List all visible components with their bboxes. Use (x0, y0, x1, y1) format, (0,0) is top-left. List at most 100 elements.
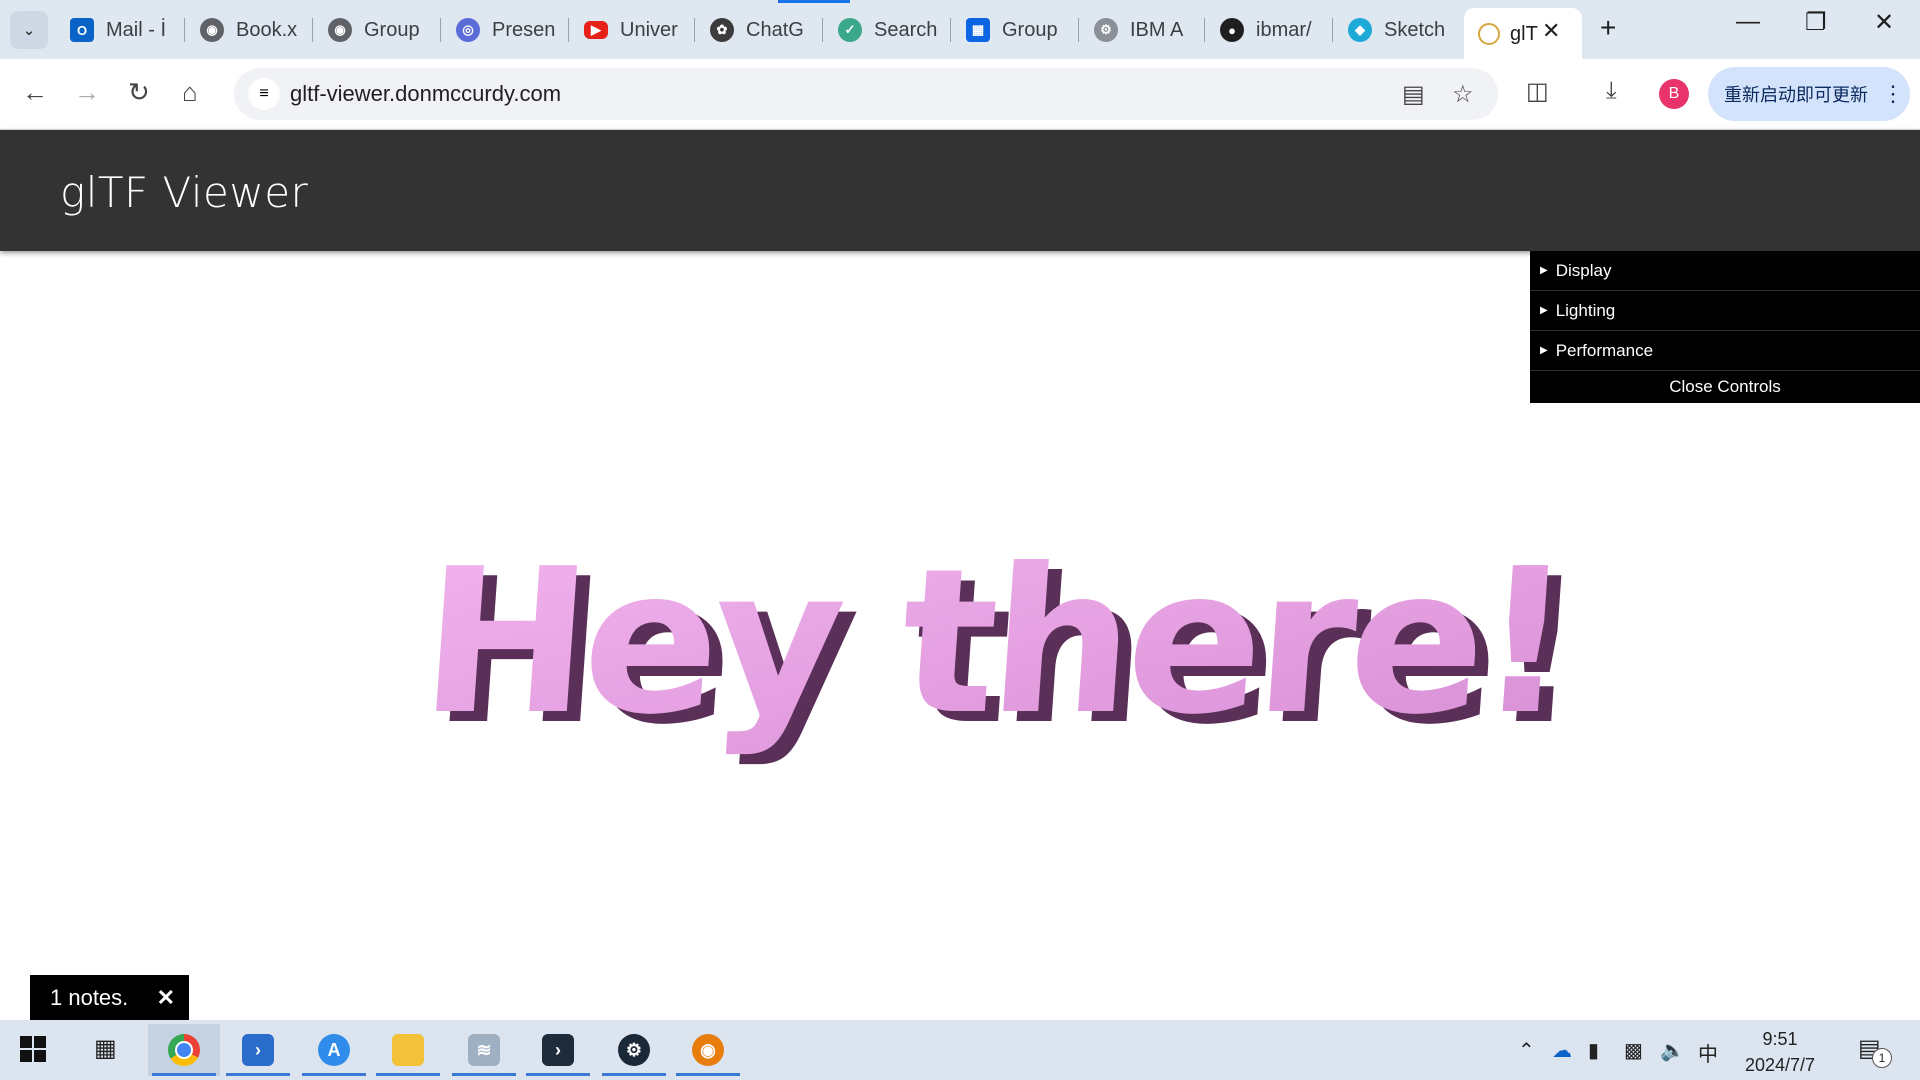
tab-ibm[interactable]: ⚙ IBM A (1082, 11, 1206, 49)
caret-right-icon: ▶ (1540, 345, 1548, 356)
clock-time: 9:51 (1762, 1029, 1798, 1049)
tab-label: glT (1510, 22, 1538, 45)
globe-icon: ◉ (328, 18, 352, 42)
onedrive-cloud-icon[interactable]: ☁ (1552, 1038, 1572, 1063)
sketchfab-icon: ◆ (1348, 18, 1372, 42)
taskbar-chrome[interactable] (148, 1024, 220, 1076)
task-view-icon[interactable]: ▦ (94, 1034, 117, 1063)
tab-mail[interactable]: O Mail - İ (58, 11, 180, 49)
tab-label: Presen (492, 18, 556, 41)
tab-group[interactable]: ◉ Group (316, 11, 442, 49)
caret-right-icon: ▶ (1540, 305, 1548, 316)
extensions-icon[interactable]: ◫ (1526, 77, 1549, 106)
blender-icon: ◉ (692, 1034, 724, 1066)
folder-icon (392, 1034, 424, 1066)
profile-initial: B (1668, 85, 1680, 102)
tab-sketchfab[interactable]: ◆ Sketch (1336, 11, 1466, 49)
folder-label: Lighting (1555, 300, 1616, 320)
tab-gltf-active[interactable]: glT (1464, 8, 1582, 60)
forward-icon[interactable]: → (74, 77, 100, 108)
taskbar-dev-tool[interactable]: › (522, 1024, 594, 1076)
terminal-icon: › (542, 1034, 574, 1066)
tab-chatgpt[interactable]: ✿ ChatG (698, 11, 824, 49)
ime-indicator[interactable]: 中 (1698, 1038, 1718, 1067)
gltf-icon (1478, 23, 1500, 45)
site-info-icon[interactable]: ≡ (248, 78, 280, 110)
tab-label: Sketch (1384, 18, 1446, 41)
notes-label: 1 notes. (50, 984, 129, 1010)
presentation-icon: ◎ (456, 18, 480, 42)
more-menu-icon[interactable]: ⋮ (1882, 81, 1904, 107)
taskbar-file-explorer[interactable] (372, 1024, 444, 1076)
tab-trello[interactable]: ▦ Group (954, 11, 1082, 49)
restore-icon[interactable]: ❐ (1805, 8, 1827, 37)
tab-github[interactable]: ● ibmar/ (1208, 11, 1336, 49)
tab-youtube[interactable]: ▶ Univer (572, 11, 700, 49)
trello-icon: ▦ (966, 18, 990, 42)
notification-badge: 1 (1872, 1048, 1892, 1068)
taskbar-resource-monitor[interactable]: ≋ (448, 1024, 520, 1076)
tab-search-site[interactable]: ✓ Search (826, 11, 956, 49)
close-tab-icon[interactable]: ✕ (1542, 18, 1560, 44)
tab-label: Search (874, 18, 938, 41)
tab-label: ChatG (746, 18, 804, 41)
3d-text-model: Hey there! Hey there! (414, 526, 1586, 769)
new-tab-button[interactable]: + (1600, 12, 1616, 44)
folder-label: Performance (1555, 340, 1654, 360)
page-title: glTF Viewer (60, 168, 309, 217)
notes-toast: 1 notes. ✕ (30, 975, 189, 1020)
close-icon[interactable]: ✕ (157, 985, 175, 1011)
youtube-icon: ▶ (584, 21, 608, 39)
tab-label: Book.x (236, 18, 298, 41)
battery-icon[interactable]: ▮ (1588, 1038, 1599, 1063)
outlook-icon: O (70, 18, 94, 42)
clock[interactable]: 9:51 2024/7/7 (1730, 1026, 1830, 1078)
close-window-icon[interactable]: ✕ (1874, 8, 1894, 37)
bookmark-star-icon[interactable]: ☆ (1452, 80, 1474, 109)
taskbar-steam[interactable]: ⚙ (598, 1024, 670, 1076)
update-button[interactable]: 重新启动即可更新 ⋮ (1708, 67, 1910, 121)
minimize-icon[interactable]: — (1736, 8, 1760, 36)
folder-label: Display (1555, 260, 1612, 280)
url-text[interactable]: gltf-viewer.donmccurdy.com (290, 81, 561, 107)
home-icon[interactable]: ⌂ (182, 77, 198, 108)
reload-icon[interactable]: ↻ (128, 77, 150, 108)
download-icon[interactable]: ⤓ (1606, 77, 1617, 105)
chevron-down-icon: ⌄ (22, 22, 36, 39)
show-hidden-icons-icon[interactable]: ⌃ (1518, 1038, 1535, 1063)
tab-label: ibmar/ (1256, 18, 1312, 41)
taskbar-blender[interactable]: ◉ (672, 1024, 744, 1076)
address-bar[interactable]: ≡ gltf-viewer.donmccurdy.com ▤ ☆ (234, 68, 1498, 120)
back-icon[interactable]: ← (22, 77, 48, 108)
update-label: 重新启动即可更新 (1724, 85, 1868, 105)
taskbar-powershell[interactable]: › (222, 1024, 294, 1076)
tab-label: IBM A (1130, 18, 1184, 41)
tab-label: Mail - İ (106, 18, 166, 41)
controls-panel: ▶ Display ▶ Lighting ▶ Performance Close… (1530, 251, 1920, 403)
network-icon[interactable]: ▩ (1624, 1038, 1643, 1063)
volume-icon[interactable]: 🔈 (1660, 1038, 1685, 1063)
tab-book[interactable]: ◉ Book.x (188, 11, 310, 49)
browser-toolbar: ← → ↻ ⌂ ≡ gltf-viewer.donmccurdy.com ▤ ☆… (0, 59, 1920, 130)
chrome-icon (168, 1034, 200, 1066)
search-site-icon: ✓ (838, 18, 862, 42)
globe-icon: ◉ (200, 18, 224, 42)
folder-display[interactable]: ▶ Display (1530, 251, 1920, 291)
tab-search-button[interactable]: ⌄ (10, 11, 48, 49)
translate-icon[interactable]: ▤ (1402, 80, 1425, 109)
tab-label: Group (364, 18, 420, 41)
notification-center-icon[interactable]: ▤ 1 (1858, 1034, 1892, 1068)
powershell-icon: › (242, 1034, 274, 1066)
openai-icon: ✿ (710, 18, 734, 42)
tab-presentation[interactable]: ◎ Presen (444, 11, 572, 49)
windows-start-icon[interactable] (20, 1036, 46, 1062)
steam-icon: ⚙ (618, 1034, 650, 1066)
clock-date: 2024/7/7 (1744, 1055, 1816, 1075)
taskbar: ▦ › A ≋ › ⚙ ◉ ⌃ ☁ ▮ ▩ 🔈 中 9:51 2024/7/7 … (0, 1020, 1920, 1080)
close-controls-button[interactable]: Close Controls (1530, 371, 1920, 403)
taskbar-app-store[interactable]: A (298, 1024, 370, 1076)
folder-performance[interactable]: ▶ Performance (1530, 331, 1920, 371)
tab-strip: ⌄ O Mail - İ ◉ Book.x ◉ Group ◎ Presen ▶… (0, 0, 1920, 60)
avatar[interactable]: B (1659, 79, 1689, 109)
folder-lighting[interactable]: ▶ Lighting (1530, 291, 1920, 331)
